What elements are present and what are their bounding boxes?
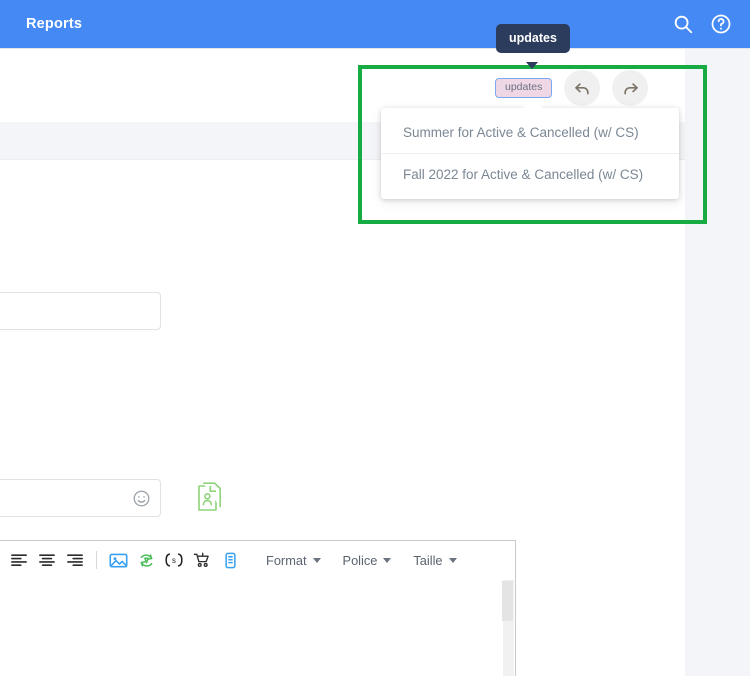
align-center-icon[interactable] — [33, 547, 61, 573]
police-menu-label: Police — [342, 552, 378, 568]
updates-dropdown-menu: Summer for Active & Cancelled (w/ CS) Fa… — [381, 108, 679, 199]
align-left-icon[interactable] — [5, 547, 33, 573]
chevron-down-icon — [383, 557, 392, 563]
police-menu[interactable]: Police — [343, 553, 392, 568]
dropdown-caret — [522, 98, 544, 109]
format-menu[interactable]: Format — [266, 553, 321, 568]
editor-scrollbar-thumb[interactable] — [502, 581, 513, 621]
shopping-cart-icon[interactable] — [188, 547, 216, 573]
taille-menu-label: Taille — [413, 552, 443, 568]
editor-content-area[interactable] — [0, 579, 515, 676]
search-icon[interactable] — [668, 9, 698, 39]
updates-toolbar: updates — [495, 70, 649, 106]
insert-image-icon[interactable] — [104, 547, 132, 573]
page-title: Reports — [26, 16, 83, 32]
tooltip-arrow — [526, 62, 538, 69]
svg-text:s: s — [172, 556, 176, 565]
editor-toolbar: s Format Police Taille — [0, 541, 515, 579]
app-header-bar: Reports — [0, 0, 750, 48]
contact-card-icon[interactable] — [196, 481, 224, 514]
toolbar-divider — [96, 551, 97, 569]
rich-text-editor: s Format Police Taille — [0, 540, 516, 676]
dropdown-item-summer[interactable]: Summer for Active & Cancelled (w/ CS) — [381, 112, 679, 153]
align-right-icon[interactable] — [61, 547, 89, 573]
smiley-face-icon[interactable] — [132, 489, 151, 508]
updates-chip-button[interactable]: updates — [495, 78, 553, 98]
chevron-down-icon — [312, 557, 321, 563]
chevron-down-icon — [448, 557, 457, 563]
insert-code-icon[interactable]: s — [160, 547, 188, 573]
mobile-preview-icon[interactable] — [216, 547, 244, 573]
text-input-upper[interactable] — [0, 292, 161, 330]
recycle-image-icon[interactable] — [132, 547, 160, 573]
undo-arrow-icon[interactable] — [564, 70, 601, 106]
editor-scrollbar[interactable] — [502, 580, 514, 676]
help-circle-icon[interactable] — [706, 9, 736, 39]
dropdown-item-fall-2022[interactable]: Fall 2022 for Active & Cancelled (w/ CS) — [381, 153, 679, 195]
text-input-lower[interactable] — [0, 479, 161, 517]
redo-arrow-icon[interactable] — [612, 70, 649, 106]
header-bottom-divider — [0, 48, 750, 49]
right-rail-background — [685, 48, 750, 676]
app-root: Reports updates Summer for Active & Canc… — [0, 0, 750, 676]
updates-tooltip: updates — [496, 24, 570, 53]
format-menu-label: Format — [266, 552, 307, 568]
taille-menu[interactable]: Taille — [413, 552, 457, 568]
